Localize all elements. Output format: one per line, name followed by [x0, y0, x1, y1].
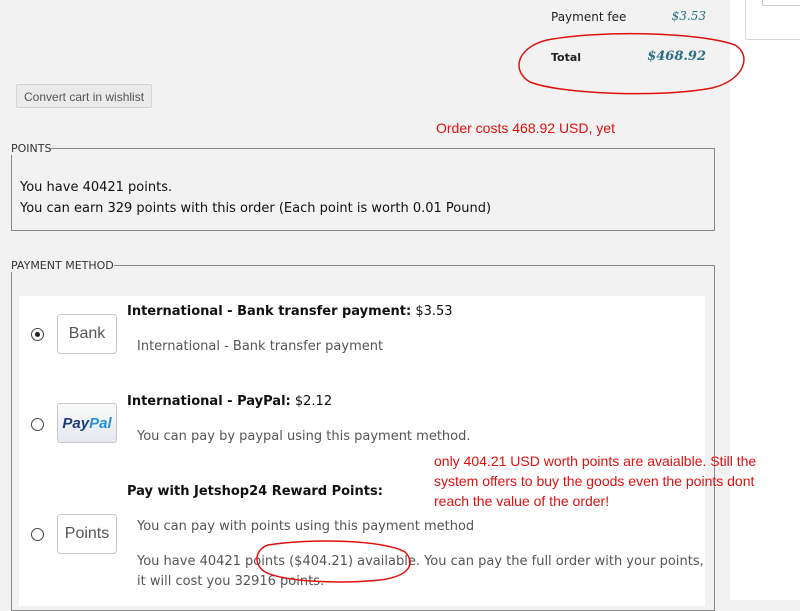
paypal-logo-part2: Pal [89, 414, 112, 432]
method-name: International - Bank transfer payment: [127, 304, 412, 319]
paypal-description: You can pay by paypal using this payment… [137, 429, 471, 444]
paypal-title: International - PayPal: $2.12 [127, 394, 332, 409]
bank-logo-icon: Bank [57, 314, 117, 354]
reward-points-radio[interactable] [31, 528, 44, 541]
payment-fee-value: $3.53 [671, 9, 706, 23]
method-price: $2.12 [294, 394, 333, 409]
total-label: Total [551, 51, 582, 64]
payment-method-legend: PAYMENT METHOD [11, 259, 114, 272]
payment-fee-label: Payment fee [551, 10, 627, 24]
convert-cart-to-wishlist-button[interactable]: Convert cart in wishlist [16, 84, 153, 108]
points-legend: POINTS [11, 142, 52, 155]
paypal-logo-part1: Pay [62, 414, 90, 432]
method-name: Pay with Jetshop24 Reward Points: [127, 484, 383, 499]
side-card [745, 0, 800, 40]
reward-points-title: Pay with Jetshop24 Reward Points: [127, 484, 383, 499]
side-card-detail [762, 0, 800, 6]
paypal-radio[interactable] [31, 418, 44, 431]
order-cost-annotation: Order costs 468.92 USD, yet [436, 120, 615, 136]
points-logo-icon: Points [57, 514, 117, 554]
points-insufficient-annotation: only 404.21 USD worth points are avaialb… [434, 453, 757, 509]
bank-transfer-title: International - Bank transfer payment: $… [127, 304, 453, 319]
total-value: $468.92 [647, 49, 706, 64]
bank-transfer-description: International - Bank transfer payment [137, 339, 384, 354]
reward-points-description: You can pay with points using this payme… [137, 519, 475, 534]
method-price: $3.53 [415, 304, 453, 319]
method-name: International - PayPal: [127, 394, 291, 409]
reward-points-availability-text: You have 40421 points ($404.21) availabl… [137, 554, 704, 589]
points-balance-text: You have 40421 points. [20, 180, 173, 195]
points-earn-text: You can earn 329 points with this order … [20, 201, 492, 216]
paypal-logo-icon: Pay Pal [57, 403, 117, 443]
bank-transfer-radio[interactable] [31, 328, 44, 341]
